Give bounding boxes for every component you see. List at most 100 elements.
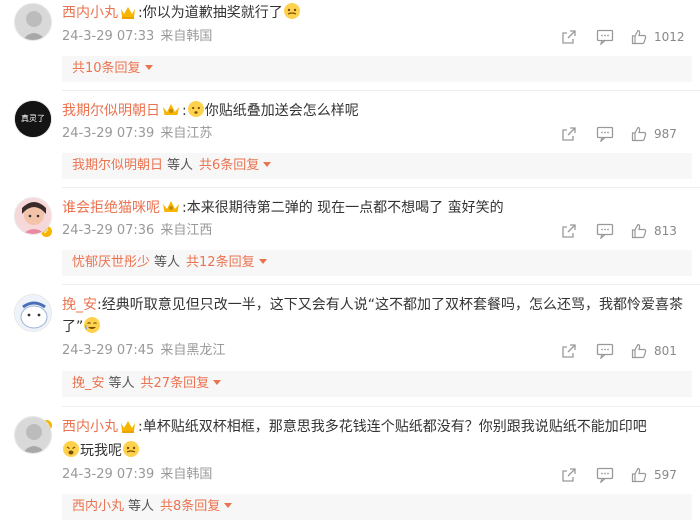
avatar[interactable] [14,197,52,235]
reply-user-link[interactable]: 忧郁厌世彤少 [72,255,150,270]
comment-meta: 24-3-29 07:45 来自黑龙江 [62,342,225,360]
like-icon[interactable] [630,125,648,143]
crown-badge-icon [162,102,180,124]
timestamp: 24-3-29 07:45 [62,343,155,358]
like-icon[interactable] [630,466,648,484]
comment-actions: 801 [556,341,694,361]
like-count: 597 [654,468,677,482]
reply-count-link[interactable]: 共27条回复 [141,376,210,391]
avatar-image [15,417,51,453]
crown-badge-icon [120,4,136,26]
comment-actions: 1012 [556,27,694,47]
comment-text: :本来很期待第二弹的 现在一点都不想喝了 蛮好笑的 [182,200,504,216]
avatar-text: 真灵了 [21,114,45,123]
username-link[interactable]: 谁会拒绝猫咪呢 [62,200,160,216]
location: 来自江苏 [160,126,213,141]
comment-text: 你贴纸叠加送会怎么样呢 [204,103,359,119]
username-link[interactable]: 西内小丸 [62,5,118,21]
reply-user-link[interactable]: 西内小丸 [72,499,124,514]
replies-bar[interactable]: 西内小丸 等人 共8条回复 [62,494,692,520]
location: 来自韩国 [160,29,213,44]
reply-count-link[interactable]: 共6条回复 [199,158,259,173]
avatar[interactable] [14,3,52,41]
comment-line: 我期尔似明朝日: 你贴纸叠加送会怎么样呢 [62,100,692,125]
comment-list: 西内小丸 :你以为道歉抽奖就行了 24-3-29 07:33 来自韩国 1012 共… [0,0,700,520]
like-icon[interactable] [630,222,648,240]
avatar-image [15,4,51,40]
divider [62,90,700,91]
crown-badge-icon [120,418,136,440]
comment-line: 西内小丸 :单杯贴纸双杯相框，那意思我多花钱连个贴纸都没有？你别跟我说贴纸不能加印… [62,416,692,465]
like-icon[interactable] [630,28,648,46]
comment-text: :单杯贴纸双杯相框，那意思我多花钱连个贴纸都没有？你别跟我说贴纸不能加印吧 [138,419,647,435]
emoji-icon [122,440,140,465]
reply-count-link[interactable]: 共12条回复 [186,255,255,270]
comment-meta: 24-3-29 07:36 来自江西 [62,222,212,240]
timestamp: 24-3-29 07:39 [62,467,155,482]
divider [62,187,700,188]
comment-meta: 24-3-29 07:39 来自江苏 [62,125,212,143]
share-icon[interactable] [560,342,578,360]
username-link[interactable]: 西内小丸 [62,419,118,435]
chevron-down-icon[interactable] [144,65,153,70]
location: 来自江西 [160,223,213,238]
share-icon[interactable] [560,466,578,484]
timestamp: 24-3-29 07:39 [62,126,155,141]
comment-text: :经典听取意见但只改一半，这下又会有人说“这不都加了双杯套餐吗，怎么还骂，我都怜… [62,297,683,335]
comment-text-continued: 玩我呢 [80,443,122,459]
timestamp: 24-3-29 07:33 [62,29,155,44]
divider [62,284,700,285]
replies-bar[interactable]: 我期尔似明朝日 等人 共6条回复 [62,153,692,179]
emoji-icon [62,440,80,465]
comment-line: 谁会拒绝猫咪呢 :本来很期待第二弹的 现在一点都不想喝了 蛮好笑的 [62,197,692,221]
replies-bar[interactable]: 挽_安 等人 共27条回复 [62,371,692,397]
divider [62,406,700,407]
avatar-image [15,295,51,331]
comment-line: 西内小丸 :你以为道歉抽奖就行了 [62,2,692,27]
like-count: 1012 [654,30,685,44]
emoji-icon [283,2,301,27]
emoji-icon [83,316,101,341]
replies-bar[interactable]: 共10条回复 [62,56,692,82]
reply-suffix: 等人 [128,499,155,514]
crown-badge-icon [162,199,180,221]
chevron-down-icon[interactable] [258,259,267,264]
like-icon[interactable] [630,342,648,360]
username-link[interactable]: 我期尔似明朝日 [62,103,160,119]
reply-suffix: 等人 [167,158,194,173]
share-icon[interactable] [560,222,578,240]
comment-icon[interactable] [596,222,614,240]
comment-actions: 987 [556,124,694,144]
emoji-icon [187,100,205,125]
chevron-down-icon[interactable] [224,503,233,508]
comment-icon[interactable] [596,466,614,484]
chevron-down-icon[interactable] [213,380,222,385]
avatar[interactable]: 真灵了 [14,100,52,138]
reply-suffix: 等人 [154,255,181,270]
comment-icon[interactable] [596,28,614,46]
reply-count-link[interactable]: 共8条回复 [160,499,220,514]
like-count: 987 [654,127,677,141]
reply-user-link[interactable]: 我期尔似明朝日 [72,158,163,173]
comment-text: :你以为道歉抽奖就行了 [138,5,283,21]
comment-icon[interactable] [596,125,614,143]
location: 来自黑龙江 [160,343,226,358]
share-icon[interactable] [560,28,578,46]
avatar[interactable] [14,294,52,332]
reply-user-link[interactable]: 挽_安 [72,376,105,391]
username-link[interactable]: 挽_安 [62,297,97,313]
avatar[interactable] [14,416,52,454]
comment-meta: 24-3-29 07:33 来自韩国 [62,28,212,46]
comment-actions: 813 [556,221,694,241]
reply-suffix: 等人 [108,376,135,391]
reply-count-link[interactable]: 共10条回复 [72,61,141,76]
like-count: 801 [654,344,677,358]
replies-bar[interactable]: 忧郁厌世彤少 等人 共12条回复 [62,250,692,276]
timestamp: 24-3-29 07:36 [62,223,155,238]
share-icon[interactable] [560,125,578,143]
comment-line: 挽_安:经典听取意见但只改一半，这下又会有人说“这不都加了双杯套餐吗，怎么还骂，… [62,294,692,341]
comment-meta: 24-3-29 07:39 来自韩国 [62,466,212,484]
chevron-down-icon[interactable] [263,162,272,167]
comment-icon[interactable] [596,342,614,360]
comment-actions: 597 [556,465,694,485]
